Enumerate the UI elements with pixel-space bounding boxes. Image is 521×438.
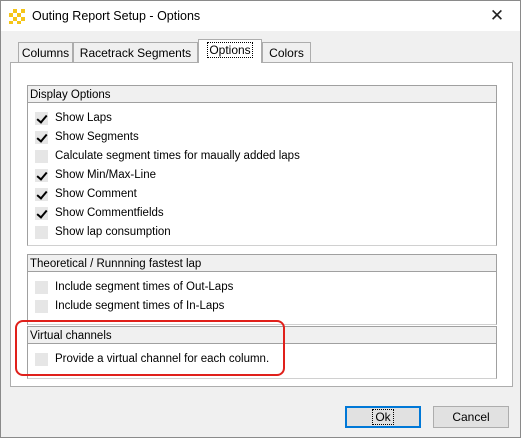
tab-label: Options bbox=[207, 42, 253, 58]
checkbox-box[interactable] bbox=[35, 225, 48, 239]
group-display-options: Display Options bbox=[27, 85, 497, 103]
tab-label: Colors bbox=[269, 46, 304, 60]
checkbox-include-in-laps[interactable]: Include segment times of In-Laps bbox=[35, 298, 224, 314]
annotation-highlight-box bbox=[15, 320, 285, 376]
tab-columns[interactable]: Columns bbox=[18, 42, 73, 63]
checkbox-show-laps[interactable]: Show Laps bbox=[35, 110, 112, 126]
checkbox-show-lap-consumption[interactable]: Show lap consumption bbox=[35, 224, 171, 240]
checkbox-box[interactable] bbox=[35, 168, 48, 182]
group-fastest-lap: Theoretical / Runnning fastest lap bbox=[27, 254, 497, 272]
dialog-window: Outing Report Setup - Options ✕ Columns … bbox=[0, 0, 521, 438]
close-icon[interactable]: ✕ bbox=[474, 1, 520, 31]
app-report-icon bbox=[9, 9, 25, 24]
window-title: Outing Report Setup - Options bbox=[32, 9, 201, 23]
checkbox-label: Show lap consumption bbox=[55, 226, 171, 238]
checkbox-label: Include segment times of In-Laps bbox=[55, 300, 225, 312]
checkbox-label: Show Segments bbox=[55, 131, 139, 143]
checkbox-box[interactable] bbox=[35, 280, 48, 294]
cancel-button-label: Cancel bbox=[452, 410, 490, 424]
checkbox-box[interactable] bbox=[35, 111, 48, 125]
tab-colors[interactable]: Colors bbox=[262, 42, 311, 63]
checkbox-box[interactable] bbox=[35, 299, 48, 313]
tab-racetrack-segments[interactable]: Racetrack Segments bbox=[73, 42, 198, 63]
checkbox-show-commentfields[interactable]: Show Commentfields bbox=[35, 205, 164, 221]
checkbox-include-out-laps[interactable]: Include segment times of Out-Laps bbox=[35, 279, 233, 295]
ok-button-label: Ok bbox=[372, 409, 394, 425]
checkbox-label: Show Commentfields bbox=[55, 207, 164, 219]
checkbox-label: Show Laps bbox=[55, 112, 112, 124]
checkbox-label: Show Comment bbox=[55, 188, 137, 200]
ok-button[interactable]: Ok bbox=[345, 406, 421, 428]
checkbox-label: Include segment times of Out-Laps bbox=[55, 281, 234, 293]
tab-label: Columns bbox=[21, 46, 70, 60]
tab-label: Racetrack Segments bbox=[79, 46, 192, 60]
title-bar: Outing Report Setup - Options ✕ bbox=[1, 1, 520, 31]
checkbox-show-comment[interactable]: Show Comment bbox=[35, 186, 137, 202]
tab-options[interactable]: Options bbox=[198, 39, 262, 63]
checkbox-box[interactable] bbox=[35, 149, 48, 163]
cancel-button[interactable]: Cancel bbox=[433, 406, 509, 428]
checkbox-calc-segment-times[interactable]: Calculate segment times for maually adde… bbox=[35, 148, 300, 164]
checkbox-box[interactable] bbox=[35, 130, 48, 144]
checkbox-show-segments[interactable]: Show Segments bbox=[35, 129, 139, 145]
checkbox-show-min-max[interactable]: Show Min/Max-Line bbox=[35, 167, 156, 183]
checkbox-label: Calculate segment times for maually adde… bbox=[55, 150, 300, 162]
checkbox-box[interactable] bbox=[35, 187, 48, 201]
checkbox-box[interactable] bbox=[35, 206, 48, 220]
checkbox-label: Show Min/Max-Line bbox=[55, 169, 156, 181]
